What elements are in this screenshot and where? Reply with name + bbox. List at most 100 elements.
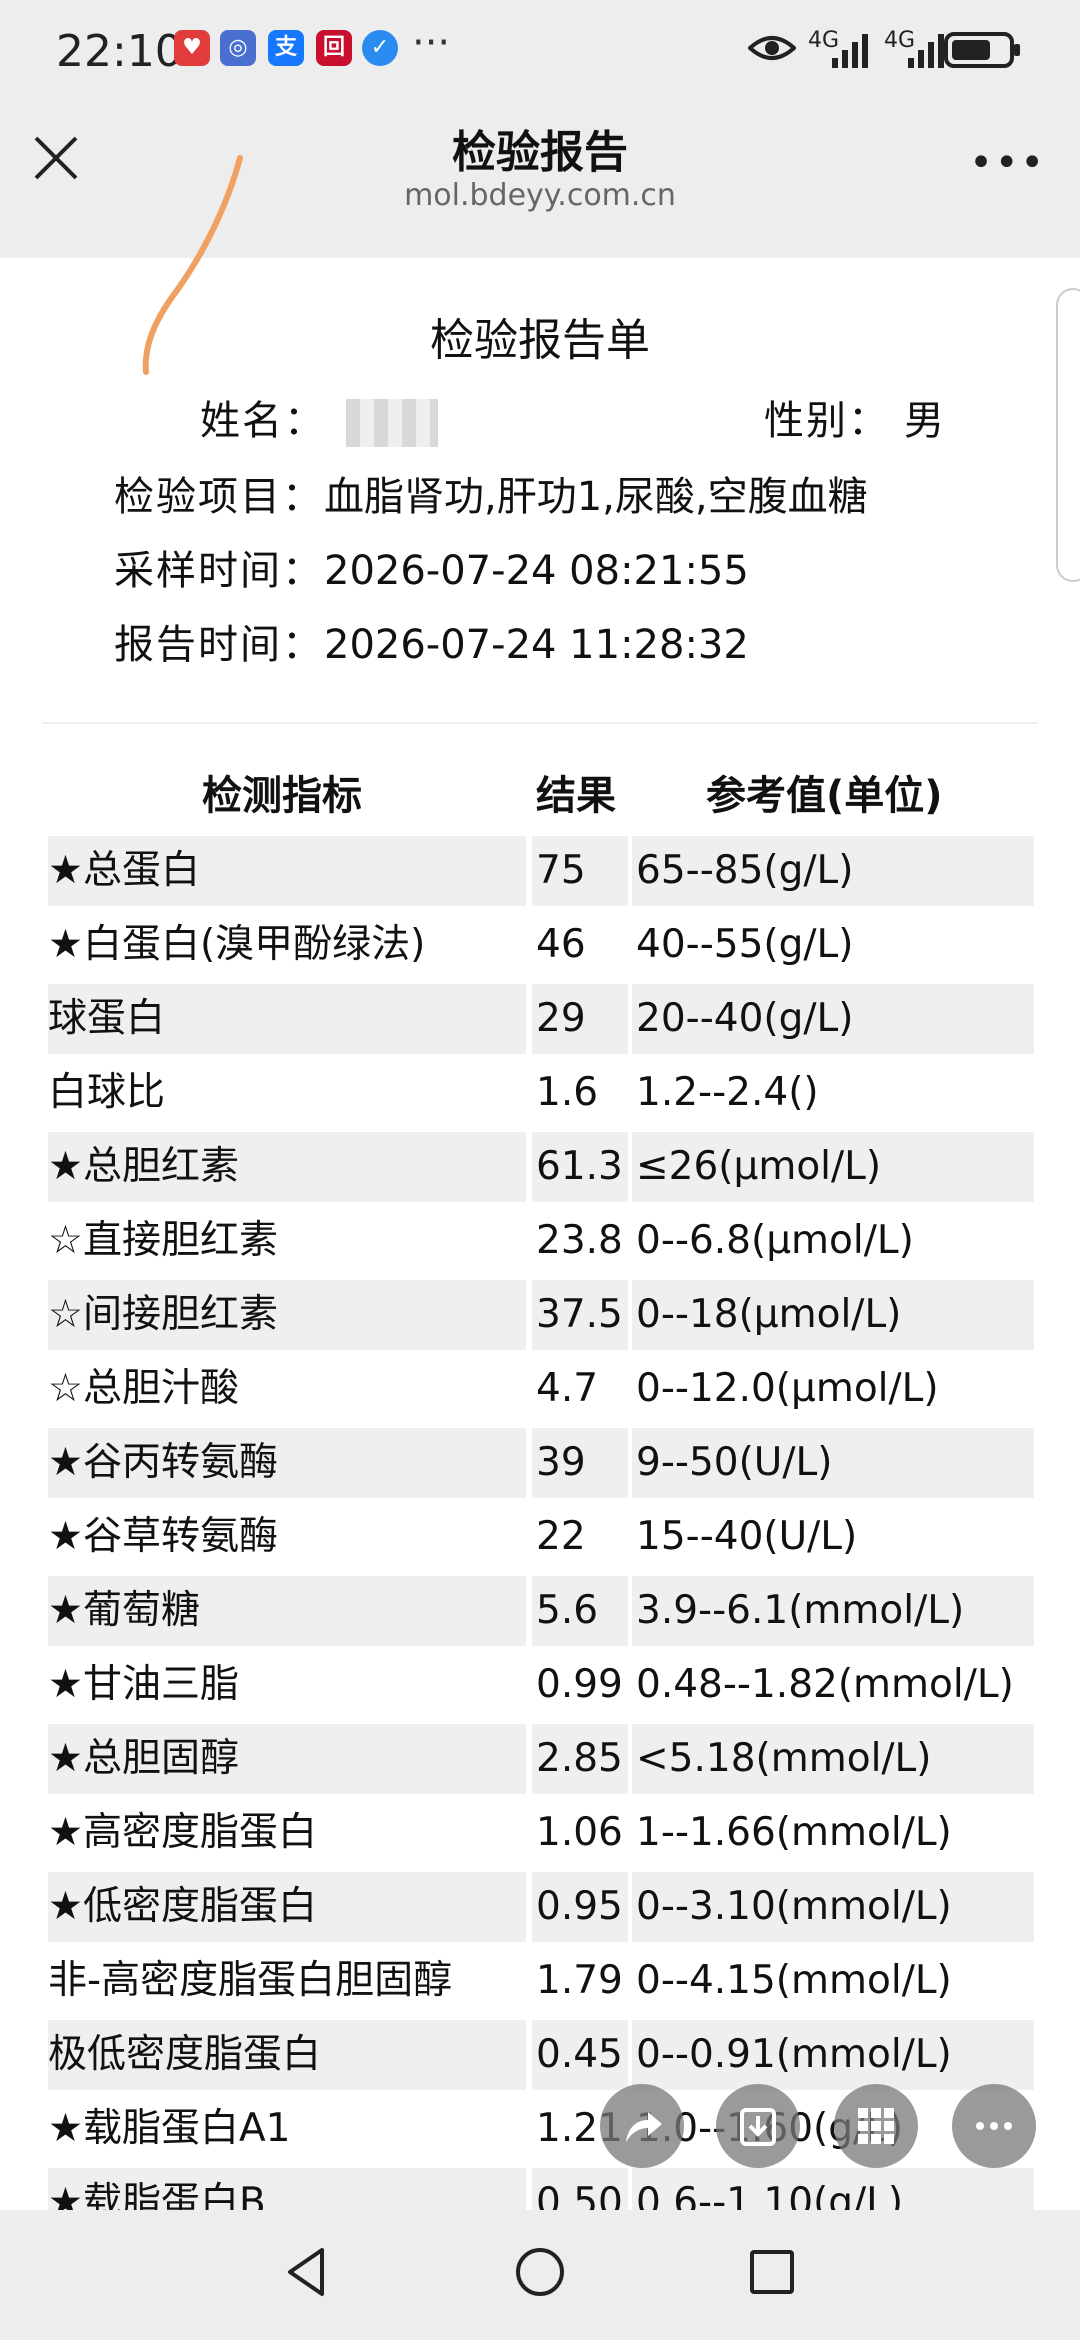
gender-value: 男 [904, 398, 946, 444]
items-value: 血脂肾功,肝功1,尿酸,空腹血糖 [324, 474, 868, 520]
result-cell: 2.85 [532, 1724, 628, 1794]
shield-app-icon: ◎ [220, 30, 256, 66]
indicator-cell: ★谷草转氨酶 [48, 1514, 278, 1559]
sample-time-value: 2026-07-24 08:21:55 [324, 548, 749, 594]
share-icon [626, 2112, 662, 2142]
indicator-cell: ★葡萄糖 [48, 1576, 526, 1646]
table-row: ★谷草转氨酶 22 15--40(U/L) [48, 1500, 1034, 1574]
result-cell: 39 [532, 1428, 628, 1498]
name-row: 姓名： [200, 388, 438, 447]
reference-cell: 0.6--1.10(g/L) [632, 2168, 1034, 2210]
indicator-cell: ★总胆固醇 [48, 1724, 526, 1794]
header-result: 结果 [536, 773, 616, 819]
table-row: 球蛋白 29 20--40(g/L) [48, 982, 1034, 1056]
clock: 22:10 [56, 26, 183, 77]
indicator-cell: ☆间接胆红素 [48, 1280, 526, 1350]
indicator-cell: ★高密度脂蛋白 [48, 1810, 317, 1855]
report-time-row: 报告时间：2026-07-24 11:28:32 [114, 612, 749, 670]
result-cell: 1.06 [536, 1810, 623, 1855]
redacted-name [346, 399, 438, 447]
result-cell: 61.3 [532, 1132, 628, 1202]
reference-cell: 40--55(g/L) [636, 922, 854, 967]
indicator-cell: ★载脂蛋白A1 [48, 2106, 291, 2151]
reference-cell: 1.2--2.4() [636, 1070, 819, 1115]
indicator-cell: 非-高密度脂蛋白胆固醇 [48, 1958, 453, 2003]
results-table: 检测指标 结果 参考值(单位) ★总蛋白 75 65--85(g/L) ★白蛋白(溴甲… [48, 758, 1034, 2210]
more-icon [976, 2122, 1012, 2130]
more-options-button[interactable]: ••• [969, 140, 1046, 186]
security-shield-icon: ✓ [362, 30, 398, 66]
indicator-cell: ☆总胆汁酸 [48, 1366, 239, 1411]
gender-label: 性别： [764, 398, 890, 444]
result-cell: 1.6 [536, 1070, 599, 1115]
more-actions-button[interactable] [952, 2084, 1036, 2168]
table-row: ★总胆固醇 2.85 <5.18(mmol/L) [48, 1722, 1034, 1796]
indicator-cell: ★载脂蛋白B [48, 2168, 526, 2210]
table-row: ★葡萄糖 5.6 3.9--6.1(mmol/L) [48, 1574, 1034, 1648]
header-indicator: 检测指标 [202, 773, 362, 819]
indicator-cell: ★甘油三脂 [48, 1662, 239, 1707]
reference-cell: 3.9--6.1(mmol/L) [632, 1576, 1034, 1646]
status-bar: 22:10 ♥ ◎ 支 回 ✓ ··· 4G 4G [0, 0, 1080, 100]
reference-cell: ≤26(μmol/L) [632, 1132, 1034, 1202]
grid-icon [858, 2108, 894, 2144]
reference-cell: 65--85(g/L) [632, 836, 1034, 906]
download-icon [740, 2108, 776, 2146]
table-row: ★高密度脂蛋白 1.06 1--1.66(mmol/L) [48, 1796, 1034, 1870]
reference-cell: 9--50(U/L) [632, 1428, 1034, 1498]
result-cell: 37.5 [532, 1280, 628, 1350]
table-row: ★低密度脂蛋白 0.95 0--3.10(mmol/L) [48, 1870, 1034, 1944]
download-button[interactable] [716, 2084, 800, 2168]
reference-cell: 15--40(U/L) [636, 1514, 858, 1559]
reference-cell: <5.18(mmol/L) [632, 1724, 1034, 1794]
indicator-cell: ☆直接胆红素 [48, 1218, 278, 1263]
result-cell: 0.99 [536, 1662, 623, 1707]
reference-cell: 0--18(μmol/L) [632, 1280, 1034, 1350]
table-row: ☆间接胆红素 37.5 0--18(μmol/L) [48, 1278, 1034, 1352]
battery-icon [944, 32, 1020, 68]
table-row: ★甘油三脂 0.99 0.48--1.82(mmol/L) [48, 1648, 1034, 1722]
more-notifications-icon: ··· [412, 20, 451, 66]
result-cell: 29 [532, 984, 628, 1054]
table-header: 检测指标 结果 参考值(单位) [48, 758, 1034, 834]
recents-icon[interactable] [742, 2242, 802, 2302]
indicator-cell: 白球比 [48, 1070, 166, 1115]
reference-cell: 20--40(g/L) [632, 984, 1034, 1054]
table-row: ☆直接胆红素 23.8 0--6.8(μmol/L) [48, 1204, 1034, 1278]
divider [42, 722, 1038, 724]
indicator-cell: 球蛋白 [48, 984, 526, 1054]
gender-row: 性别： 男 [764, 388, 946, 446]
signal-icon [832, 34, 868, 68]
indicator-cell: ★总蛋白 [48, 836, 526, 906]
table-row: 白球比 1.6 1.2--2.4() [48, 1056, 1034, 1130]
result-cell: 0.95 [532, 1872, 628, 1942]
table-row: ★谷丙转氨酶 39 9--50(U/L) [48, 1426, 1034, 1500]
table-row: ★白蛋白(溴甲酚绿法) 46 40--55(g/L) [48, 908, 1034, 982]
home-icon[interactable] [510, 2242, 570, 2302]
report-time-value: 2026-07-24 11:28:32 [324, 622, 749, 668]
system-nav-bar [0, 2210, 1080, 2340]
result-cell: 22 [536, 1514, 586, 1559]
indicator-cell: ★白蛋白(溴甲酚绿法) [48, 922, 426, 967]
grid-menu-button[interactable] [834, 2084, 918, 2168]
share-button[interactable] [600, 2084, 684, 2168]
result-cell: 0.45 [532, 2020, 628, 2090]
report-content[interactable]: 检验报告单 姓名： 性别：男 检验项目：血脂肾功,肝功1,尿酸,空腹血糖 采样时… [0, 258, 1080, 2210]
result-cell: 4.7 [536, 1366, 599, 1411]
bank-app-icon: 回 [316, 30, 352, 66]
table-row: 非-高密度脂蛋白胆固醇 1.79 0--4.15(mmol/L) [48, 1944, 1034, 2018]
result-cell: 0.50 [532, 2168, 628, 2210]
table-row: ★载脂蛋白B 0.50 0.6--1.10(g/L) [48, 2166, 1034, 2210]
signal-icon-2 [908, 34, 944, 68]
back-icon[interactable] [278, 2242, 338, 2302]
reference-cell: 1--1.66(mmol/L) [636, 1810, 952, 1855]
result-cell: 23.8 [536, 1218, 623, 1263]
reference-cell: 0--6.8(μmol/L) [636, 1218, 914, 1263]
table-row: ☆总胆汁酸 4.7 0--12.0(μmol/L) [48, 1352, 1034, 1426]
indicator-cell: ★低密度脂蛋白 [48, 1872, 526, 1942]
indicator-cell: ★谷丙转氨酶 [48, 1428, 526, 1498]
name-label: 姓名： [200, 398, 326, 444]
items-row: 检验项目：血脂肾功,肝功1,尿酸,空腹血糖 [114, 464, 868, 522]
eye-icon [748, 36, 796, 60]
indicator-cell: ★总胆红素 [48, 1132, 526, 1202]
